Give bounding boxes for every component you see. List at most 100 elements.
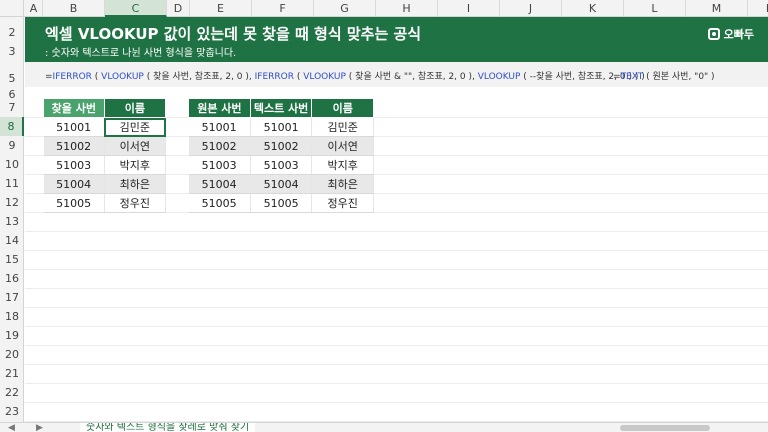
table-row: 51005 51005 정우진 [188, 193, 374, 213]
column-header-n[interactable]: N [748, 0, 768, 17]
select-all-corner[interactable] [0, 0, 24, 17]
row-header-10[interactable]: 10 [0, 155, 24, 174]
table-row: 51004 51004 최하은 [188, 174, 374, 194]
row-header-8[interactable]: 8 [0, 117, 24, 136]
formula-vlookup: =IFERROR ( VLOOKUP ( 찾을 사번, 참조표, 2, 0 ),… [45, 69, 645, 82]
lookup-cell[interactable]: 이서연 [104, 136, 167, 156]
reference-cell[interactable]: 51005 [250, 193, 313, 213]
formula-fragment: ( [91, 72, 102, 82]
row-header-16[interactable]: 16 [0, 269, 24, 288]
reference-cell[interactable]: 51004 [250, 174, 313, 194]
row-header-19[interactable]: 19 [0, 326, 24, 345]
title-banner: 엑셀 VLOOKUP 값이 있는데 못 찾을 때 형식 맞추는 공식 : 숫자와… [25, 17, 768, 62]
gridline [25, 269, 768, 270]
column-header-k[interactable]: K [562, 0, 624, 17]
row-header-18[interactable]: 18 [0, 307, 24, 326]
lookup-cell[interactable]: 51001 [43, 117, 105, 137]
gridline [25, 326, 768, 327]
reference-cell[interactable]: 정우진 [311, 193, 374, 213]
row-header-2[interactable]: 2 [0, 25, 24, 40]
column-header-c[interactable]: C [105, 0, 167, 17]
lookup-cell[interactable]: 51002 [43, 136, 105, 156]
table-row: 51004 최하은 [43, 174, 167, 194]
row-header-21[interactable]: 21 [0, 364, 24, 383]
table-row: 51001 51001 김민준 [188, 117, 374, 137]
row-header-3[interactable]: 3 [0, 44, 24, 59]
reference-cell[interactable]: 51001 [188, 117, 251, 137]
formula-fragment: ( [294, 72, 304, 82]
row-header-12[interactable]: 12 [0, 193, 24, 212]
reference-cell[interactable]: 최하은 [311, 174, 374, 194]
column-header-l[interactable]: L [624, 0, 686, 17]
table-row: 51003 박지후 [43, 155, 167, 175]
formula-row: =IFERROR ( VLOOKUP ( 찾을 사번, 참조표, 2, 0 ),… [25, 62, 768, 87]
next-sheet-icon[interactable]: ▶ [36, 423, 43, 432]
horizontal-scrollbar[interactable] [620, 425, 710, 431]
formula-function-name: TEXT [620, 72, 644, 82]
lookup-cell[interactable]: 김민준 [104, 117, 167, 137]
column-header-a[interactable]: A [25, 0, 43, 17]
reference-cell[interactable]: 51003 [250, 155, 313, 175]
formula-function-name: IFERROR [254, 72, 294, 82]
prev-sheet-icon[interactable]: ◀ [8, 423, 15, 432]
table-row: 51005 정우진 [43, 193, 167, 213]
row-header-7[interactable]: 7 [0, 98, 24, 117]
formula-fragment: ( 원본 사번, "0" ) [643, 72, 715, 82]
reference-cell[interactable]: 51002 [250, 136, 313, 156]
table-row: 51002 51002 이서연 [188, 136, 374, 156]
reference-cell[interactable]: 51004 [188, 174, 251, 194]
row-header-22[interactable]: 22 [0, 383, 24, 402]
formula-function-name: IFERROR [52, 72, 92, 82]
gridline [25, 307, 768, 308]
lookup-cell[interactable]: 51005 [43, 193, 105, 213]
table-row: 51003 51003 박지후 [188, 155, 374, 175]
reference-cell[interactable]: 51003 [188, 155, 251, 175]
reference-cell[interactable]: 51002 [188, 136, 251, 156]
gridline [25, 288, 768, 289]
row-header-17[interactable]: 17 [0, 288, 24, 307]
lookup-cell[interactable]: 박지후 [104, 155, 167, 175]
column-header-h[interactable]: H [376, 0, 438, 17]
sheet-tab-bar: ◀ ▶ 숫자와 텍스트 형식을 찾레로 맞춰 찾기 [0, 422, 768, 432]
formula-text: =TEXT ( 원본 사번, "0" ) [613, 69, 715, 82]
column-header-f[interactable]: F [252, 0, 314, 17]
formula-fragment: = [45, 72, 53, 82]
page-title: 엑셀 VLOOKUP 값이 있는데 못 찾을 때 형식 맞추는 공식 [45, 25, 422, 43]
row-header-14[interactable]: 14 [0, 231, 24, 250]
formula-fragment: = [613, 72, 621, 82]
column-header-e[interactable]: E [190, 0, 252, 17]
column-header-b[interactable]: B [43, 0, 105, 17]
logo-icon [707, 28, 720, 40]
lookup-cell[interactable]: 51003 [43, 155, 105, 175]
reference-cell[interactable]: 김민준 [311, 117, 374, 137]
page-subtitle: : 숫자와 텍스트로 나뉜 사번 형식을 맞춥니다. [45, 48, 237, 59]
column-header-g[interactable]: G [314, 0, 376, 17]
table-row: 51001 김민준 [43, 117, 167, 137]
row-header-13[interactable]: 13 [0, 212, 24, 231]
row-header-5[interactable]: 5 [0, 71, 24, 86]
reference-cell[interactable]: 박지후 [311, 155, 374, 175]
row-header-23[interactable]: 23 [0, 402, 24, 421]
row-header-15[interactable]: 15 [0, 250, 24, 269]
lookup-cell[interactable]: 51004 [43, 174, 105, 194]
column-header-d[interactable]: D [167, 0, 190, 17]
row-header-11[interactable]: 11 [0, 174, 24, 193]
column-header-i[interactable]: I [438, 0, 500, 17]
reference-cell[interactable]: 51001 [250, 117, 313, 137]
gridline [25, 402, 768, 403]
lookup-cell[interactable]: 정우진 [104, 193, 167, 213]
row-header-9[interactable]: 9 [0, 136, 24, 155]
header-original-id: 원본 사번 [188, 98, 251, 118]
gridline [25, 383, 768, 384]
reference-cell[interactable]: 이서연 [311, 136, 374, 156]
gridline [25, 250, 768, 251]
formula-fragment: ( 찾을 사번, 참조표, 2, 0 ), [143, 72, 255, 82]
column-header-j[interactable]: J [500, 0, 562, 17]
header-name: 이름 [103, 98, 167, 118]
row-header-20[interactable]: 20 [0, 345, 24, 364]
sheet-tab-active[interactable]: 숫자와 텍스트 형식을 찾레로 맞춰 찾기 [80, 423, 256, 432]
column-header-m[interactable]: M [686, 0, 748, 17]
reference-cell[interactable]: 51005 [188, 193, 251, 213]
gridline [25, 345, 768, 346]
lookup-cell[interactable]: 최하은 [104, 174, 167, 194]
